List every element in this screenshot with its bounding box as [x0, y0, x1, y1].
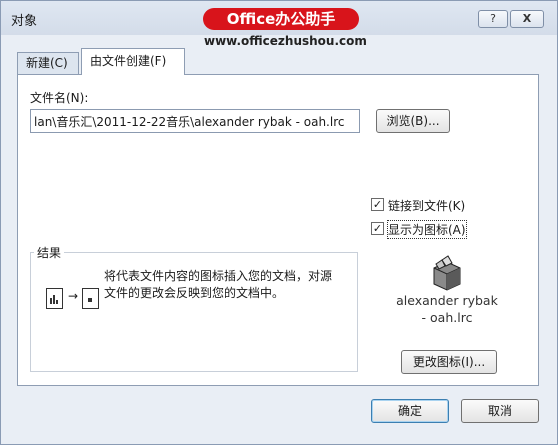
results-description: 将代表文件内容的图标插入您的文档，对源 文件的更改会反映到您的文档中。: [104, 268, 354, 302]
document-icon: [46, 288, 63, 309]
window-title: 对象: [11, 14, 38, 29]
icon-caption-line-1: alexander rybak: [396, 293, 498, 308]
package-icon: [428, 254, 466, 292]
help-button[interactable]: ?: [478, 10, 508, 28]
cancel-button[interactable]: 取消: [461, 399, 539, 423]
checkmark-icon: ✓: [372, 222, 383, 235]
watermark-url: www.officezhushou.com: [204, 34, 367, 48]
results-line-2: 文件的更改会反映到您的文档中。: [104, 286, 285, 300]
link-to-file-label: 链接到文件(K): [388, 199, 466, 213]
tab-create-from-file[interactable]: 由文件创建(F): [81, 48, 185, 75]
arrow-right-icon: →: [68, 289, 79, 303]
link-to-file-checkbox[interactable]: ✓: [371, 198, 384, 211]
results-line-1: 将代表文件内容的图标插入您的文档，对源: [104, 269, 333, 283]
results-title: 结果: [34, 244, 65, 261]
watermark-logo: Office办公助手: [203, 8, 359, 30]
checkmark-icon: ✓: [372, 198, 383, 211]
display-as-icon-label: 显示为图标(A): [387, 220, 467, 239]
browse-button[interactable]: 浏览(B)...: [376, 109, 450, 133]
filename-input[interactable]: [30, 109, 360, 133]
ok-button[interactable]: 确定: [371, 399, 449, 423]
icon-caption: alexander rybak - oah.lrc: [386, 292, 508, 326]
icon-caption-line-2: - oah.lrc: [421, 310, 473, 325]
change-icon-button[interactable]: 更改图标(I)...: [401, 350, 497, 374]
close-button[interactable]: X: [510, 10, 544, 28]
display-as-icon-checkbox[interactable]: ✓: [371, 222, 384, 235]
object-dialog: 对象 ? X Office办公助手 www.officezhushou.com …: [0, 0, 558, 445]
document-icon: [82, 288, 99, 309]
filename-label: 文件名(N):: [30, 91, 89, 105]
tab-create-new[interactable]: 新建(C): [17, 52, 79, 74]
